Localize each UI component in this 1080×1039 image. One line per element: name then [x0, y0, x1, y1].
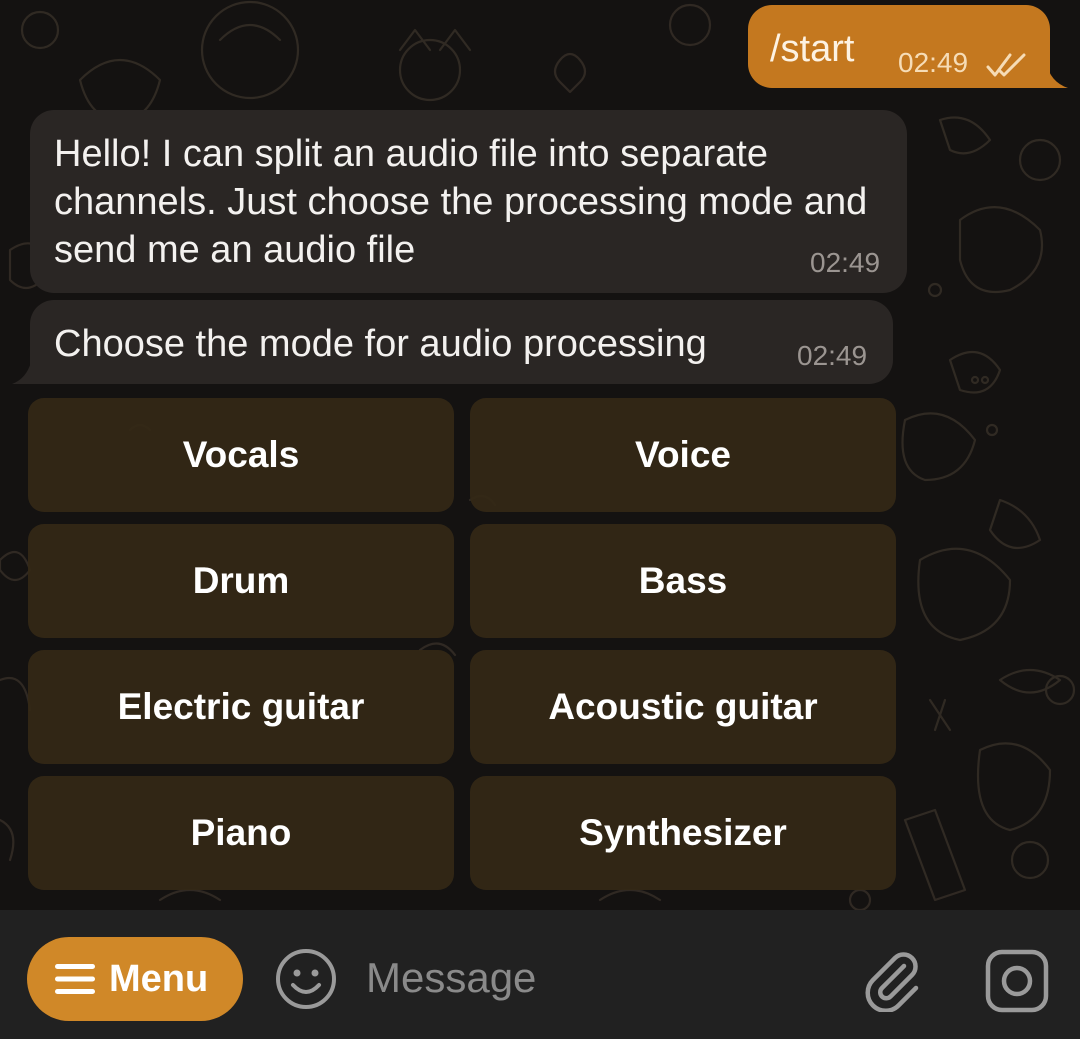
message-time: 02:49 — [898, 47, 969, 78]
mode-button-drum[interactable]: Drum — [28, 524, 454, 638]
mode-button-electric-guitar[interactable]: Electric guitar — [28, 650, 454, 764]
message-text: Choose the mode for audio processing — [54, 323, 707, 365]
message-time: 02:49 — [797, 340, 868, 371]
incoming-message-bubble: Choose the mode for audio processing 02:… — [30, 300, 893, 384]
paperclip-icon[interactable] — [860, 948, 924, 1012]
mode-button-synthesizer[interactable]: Synthesizer — [470, 776, 896, 890]
menu-button[interactable]: Menu — [27, 937, 243, 1021]
menu-label: Menu — [109, 957, 209, 1000]
message-input[interactable] — [366, 948, 836, 1008]
mode-button-piano[interactable]: Piano — [28, 776, 454, 890]
bubble-tail — [1040, 62, 1068, 88]
mode-button-acoustic-guitar[interactable]: Acoustic guitar — [470, 650, 896, 764]
chat-area: /start 02:49 Hello! I can split an audio… — [0, 0, 1080, 910]
message-input-bar: Menu — [0, 910, 1080, 1039]
bubble-tail — [12, 358, 38, 384]
message-time: 02:49 — [810, 247, 881, 278]
hamburger-icon — [55, 964, 95, 994]
mode-button-vocals[interactable]: Vocals — [28, 398, 454, 512]
double-check-icon — [986, 53, 1026, 77]
mode-button-bass[interactable]: Bass — [470, 524, 896, 638]
message-text: /start — [770, 28, 855, 70]
camera-icon[interactable] — [984, 948, 1050, 1014]
message-text: Hello! I can split an audio file into se… — [54, 133, 868, 271]
smiley-icon[interactable] — [274, 947, 338, 1011]
incoming-message-bubble: Hello! I can split an audio file into se… — [30, 110, 907, 293]
outgoing-message-bubble: /start 02:49 — [748, 5, 1050, 88]
mode-button-voice[interactable]: Voice — [470, 398, 896, 512]
